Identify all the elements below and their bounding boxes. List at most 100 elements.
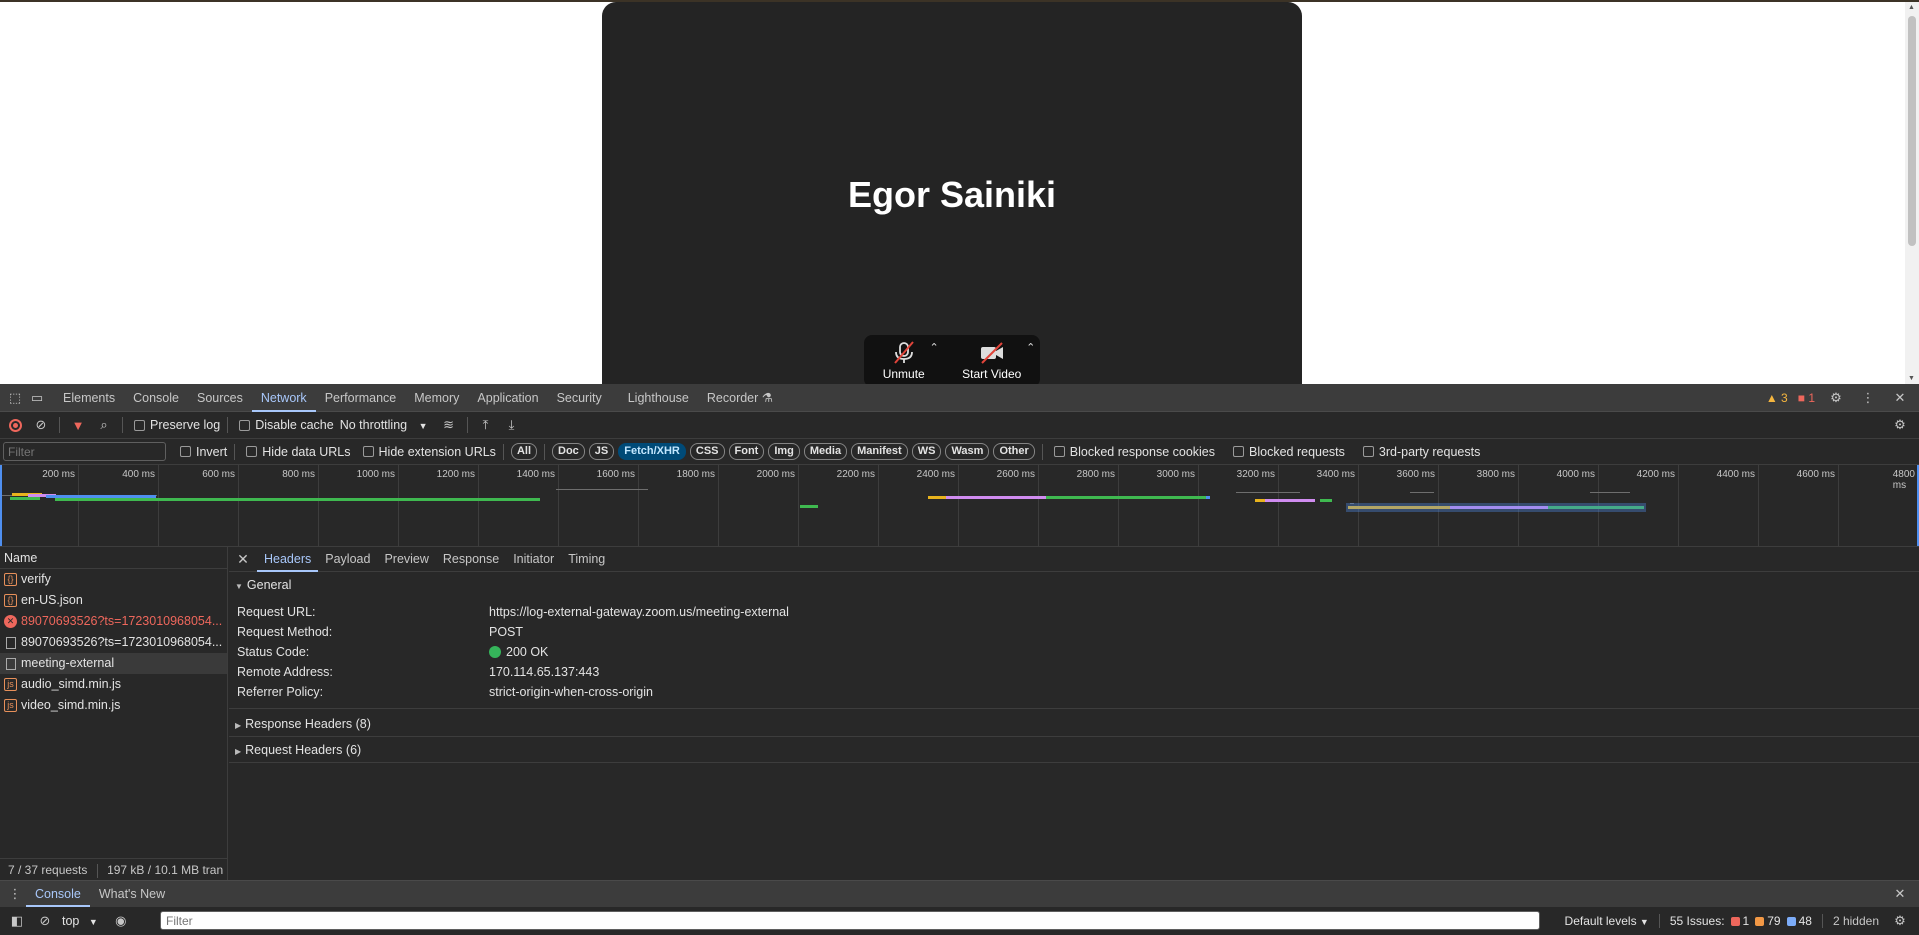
page-scrollbar[interactable]: ▲ ▼ <box>1905 2 1919 384</box>
type-filter-wasm[interactable]: Wasm <box>945 443 990 460</box>
network-overview-timeline[interactable]: 200 ms 400 ms 600 ms 800 ms 1000 ms 1200 ms 14… <box>0 465 1919 547</box>
tab-sources[interactable]: Sources <box>188 384 252 412</box>
tab-timing[interactable]: Timing <box>561 547 612 572</box>
errors-badge[interactable]: ■ 1 <box>1798 391 1815 405</box>
hide-extension-urls-checkbox[interactable]: Hide extension URLs <box>362 445 496 459</box>
request-headers-section-header[interactable]: ▶ Request Headers (6) <box>229 737 1919 763</box>
throttling-select[interactable]: No throttling ▼ <box>340 418 428 432</box>
log-levels-select[interactable]: Default levels ▼ <box>1565 914 1649 928</box>
type-filter-other[interactable]: Other <box>993 443 1035 460</box>
name-column-header[interactable]: Name <box>0 547 227 569</box>
start-video-button[interactable]: ⌃ Start Video <box>952 341 1035 381</box>
tab-network[interactable]: Network <box>251 384 316 412</box>
scroll-up-arrow-icon[interactable]: ▲ <box>1908 4 1915 11</box>
drawer-menu-icon[interactable]: ⋮ <box>4 883 26 905</box>
clear-icon[interactable]: ⊘ <box>30 414 52 436</box>
blocked-response-cookies-checkbox[interactable]: Blocked response cookies <box>1053 445 1215 459</box>
request-row[interactable]: meeting-external <box>0 653 227 674</box>
chevron-up-icon[interactable]: ⌃ <box>930 341 939 354</box>
record-stop-icon[interactable] <box>4 414 26 436</box>
clear-console-icon[interactable]: ⊘ <box>34 910 56 932</box>
inspect-element-icon[interactable]: ⬚ <box>4 387 26 409</box>
response-headers-section-header[interactable]: ▶ Response Headers (8) <box>229 711 1919 737</box>
context-select[interactable]: top ▼ <box>62 914 98 928</box>
type-filter-manifest[interactable]: Manifest <box>851 443 908 460</box>
request-name: en-US.json <box>21 593 83 607</box>
type-filter-fetch-xhr[interactable]: Fetch/XHR <box>618 443 686 460</box>
tab-recorder[interactable]: Recorder ⚗ <box>698 384 782 412</box>
hide-data-urls-checkbox[interactable]: Hide data URLs <box>246 444 351 459</box>
network-settings-gear-icon[interactable]: ⚙ <box>1889 414 1911 436</box>
request-row[interactable]: {} en-US.json <box>0 590 227 611</box>
tab-preview[interactable]: Preview <box>377 547 435 572</box>
timeline-tick-label: 200 ms <box>42 469 75 480</box>
live-expression-eye-icon[interactable]: ◉ <box>110 910 132 932</box>
blocked-requests-checkbox[interactable]: Blocked requests <box>1233 445 1345 459</box>
devtools-tabbar: ⬚ ▭ Elements Console Sources Network Per… <box>0 384 1919 412</box>
divider <box>1821 914 1823 928</box>
close-icon[interactable]: ✕ <box>1889 387 1911 409</box>
tab-response[interactable]: Response <box>436 547 506 572</box>
request-row[interactable]: js audio_simd.min.js <box>0 674 227 695</box>
tab-memory[interactable]: Memory <box>405 384 468 412</box>
tab-headers[interactable]: Headers <box>257 547 319 572</box>
unmute-button[interactable]: ⌃ Unmute <box>873 341 939 381</box>
filter-icon[interactable]: ▼ <box>67 414 89 436</box>
network-conditions-icon[interactable]: ≋ <box>438 414 460 436</box>
type-filter-all[interactable]: All <box>510 443 537 460</box>
tab-lighthouse[interactable]: Lighthouse <box>619 384 698 412</box>
type-filter-font[interactable]: Font <box>728 443 765 460</box>
info-flag-icon <box>1786 916 1796 926</box>
type-filter-doc[interactable]: Doc <box>552 443 585 460</box>
type-filter-css[interactable]: CSS <box>689 443 725 460</box>
disable-cache-checkbox[interactable]: Disable cache <box>239 418 334 432</box>
scroll-down-arrow-icon[interactable]: ▼ <box>1908 375 1915 382</box>
request-row[interactable]: js video_simd.min.js <box>0 695 227 716</box>
preserve-log-checkbox[interactable]: Preserve log <box>134 418 220 432</box>
warnings-badge[interactable]: ▲ 3 <box>1766 391 1788 405</box>
general-section-header[interactable]: ▼ General <box>229 572 1919 598</box>
tab-initiator[interactable]: Initiator <box>506 547 561 572</box>
close-drawer-icon[interactable]: ✕ <box>1889 883 1911 905</box>
timeline-tick-label: 4600 ms <box>1796 469 1835 480</box>
device-toolbar-icon[interactable]: ▭ <box>26 387 48 409</box>
tab-security[interactable]: Security <box>548 384 611 412</box>
type-filter-img[interactable]: Img <box>768 443 800 460</box>
filter-input[interactable] <box>3 442 166 461</box>
tab-application[interactable]: Application <box>468 384 547 412</box>
type-filter-js[interactable]: JS <box>588 443 615 460</box>
status-code-text: 200 OK <box>506 645 549 659</box>
request-row[interactable]: 89070693526?ts=1723010968054... <box>0 632 227 653</box>
request-row[interactable]: {} verify <box>0 569 227 590</box>
divider <box>234 443 236 460</box>
log-levels-value: Default levels <box>1564 914 1637 928</box>
timeline-left-handle[interactable] <box>0 465 2 546</box>
third-party-requests-checkbox[interactable]: 3rd-party requests <box>1362 445 1480 459</box>
more-options-icon[interactable]: ⋮ <box>1857 387 1879 409</box>
issues-counter[interactable]: 55 Issues: 1 79 48 <box>1670 914 1812 928</box>
search-icon[interactable]: ⌕ <box>93 414 115 436</box>
download-icon[interactable]: ⤓ <box>501 414 523 436</box>
type-filter-media[interactable]: Media <box>803 443 848 460</box>
console-filter-input[interactable] <box>160 911 1540 930</box>
tab-elements[interactable]: Elements <box>54 384 124 412</box>
upload-icon[interactable]: ⤒ <box>475 414 497 436</box>
tab-payload[interactable]: Payload <box>318 547 377 572</box>
gear-icon[interactable]: ⚙ <box>1825 387 1847 409</box>
drawer-tab-whats-new[interactable]: What's New <box>90 881 174 907</box>
hide-data-urls-label: Hide data URLs <box>262 444 351 459</box>
drawer-tabbar: ⋮ Console What's New ✕ <box>0 881 1919 907</box>
tab-performance[interactable]: Performance <box>316 384 406 412</box>
scrollbar-thumb[interactable] <box>1908 16 1916 246</box>
invert-checkbox[interactable]: Invert <box>180 445 227 459</box>
type-filter-ws[interactable]: WS <box>911 443 942 460</box>
drawer-tab-console[interactable]: Console <box>26 881 90 907</box>
meeting-controls: ⌃ Unmute ⌃ Start Video <box>864 335 1040 384</box>
console-settings-gear-icon[interactable]: ⚙ <box>1889 910 1911 932</box>
timeline-tick-label: 2600 ms <box>996 469 1035 480</box>
request-row[interactable]: ✕ 89070693526?ts=1723010968054... <box>0 611 227 632</box>
chevron-up-icon[interactable]: ⌃ <box>1026 341 1035 354</box>
sidebar-toggle-icon[interactable]: ◧ <box>6 910 28 932</box>
tab-console[interactable]: Console <box>124 384 188 412</box>
close-detail-icon[interactable]: ✕ <box>229 551 257 568</box>
